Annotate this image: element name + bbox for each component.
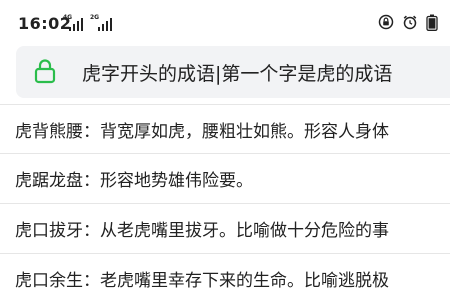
idiom-list: 虎背熊腰：背宽厚如虎，腰粗壮如熊。形容人身体 虎踞龙盘：形容地势雄伟险要。 虎口… [0, 104, 450, 300]
idiom-term: 虎口余生 [15, 271, 83, 291]
list-item[interactable]: 虎口拔牙：从老虎嘴里拔牙。比喻做十分危险的事 [0, 204, 450, 254]
idiom-definition: 形容地势雄伟险要。 [100, 171, 253, 191]
idiom-term: 虎背熊腰 [15, 122, 83, 142]
list-item[interactable]: 虎背熊腰：背宽厚如虎，腰粗壮如熊。形容人身体 [0, 104, 450, 154]
idiom-term: 虎踞龙盘 [15, 171, 83, 191]
idiom-entry: 虎口拔牙：从老虎嘴里拔牙。比喻做十分危险的事 [15, 216, 389, 241]
battery-icon [426, 14, 438, 35]
idiom-definition: 从老虎嘴里拔牙。比喻做十分危险的事 [100, 221, 389, 241]
idiom-entry: 虎口余生：老虎嘴里幸存下来的生命。比喻逃脱极 [15, 266, 389, 291]
status-bar: 16:02 4G 2G [0, 0, 450, 44]
idiom-entry: 虎踞龙盘：形容地势雄伟险要。 [15, 166, 253, 191]
list-item[interactable]: 虎口余生：老虎嘴里幸存下来的生命。比喻逃脱极 [0, 254, 450, 300]
idiom-separator: ： [83, 122, 100, 142]
idiom-definition: 老虎嘴里幸存下来的生命。比喻逃脱极 [100, 271, 389, 291]
list-item[interactable]: 虎踞龙盘：形容地势雄伟险要。 [0, 154, 450, 204]
lock-icon [34, 58, 56, 84]
search-query[interactable]: 虎字开头的成语|第一个字是虎的成语 [82, 59, 392, 86]
idiom-separator: ： [83, 271, 100, 291]
idiom-definition: 背宽厚如虎，腰粗壮如熊。形容人身体 [100, 122, 389, 142]
idiom-separator: ： [83, 221, 100, 241]
search-bar[interactable]: 虎字开头的成语|第一个字是虎的成语 [16, 46, 450, 98]
idiom-term: 虎口拔牙 [15, 221, 83, 241]
alarm-icon [402, 14, 418, 35]
lock-rotation-icon [378, 14, 394, 35]
idiom-entry: 虎背熊腰：背宽厚如虎，腰粗壮如熊。形容人身体 [15, 117, 389, 142]
signal-icon: 4G [63, 15, 83, 31]
idiom-separator: ： [83, 171, 100, 191]
signal-icon: 2G [90, 15, 112, 31]
